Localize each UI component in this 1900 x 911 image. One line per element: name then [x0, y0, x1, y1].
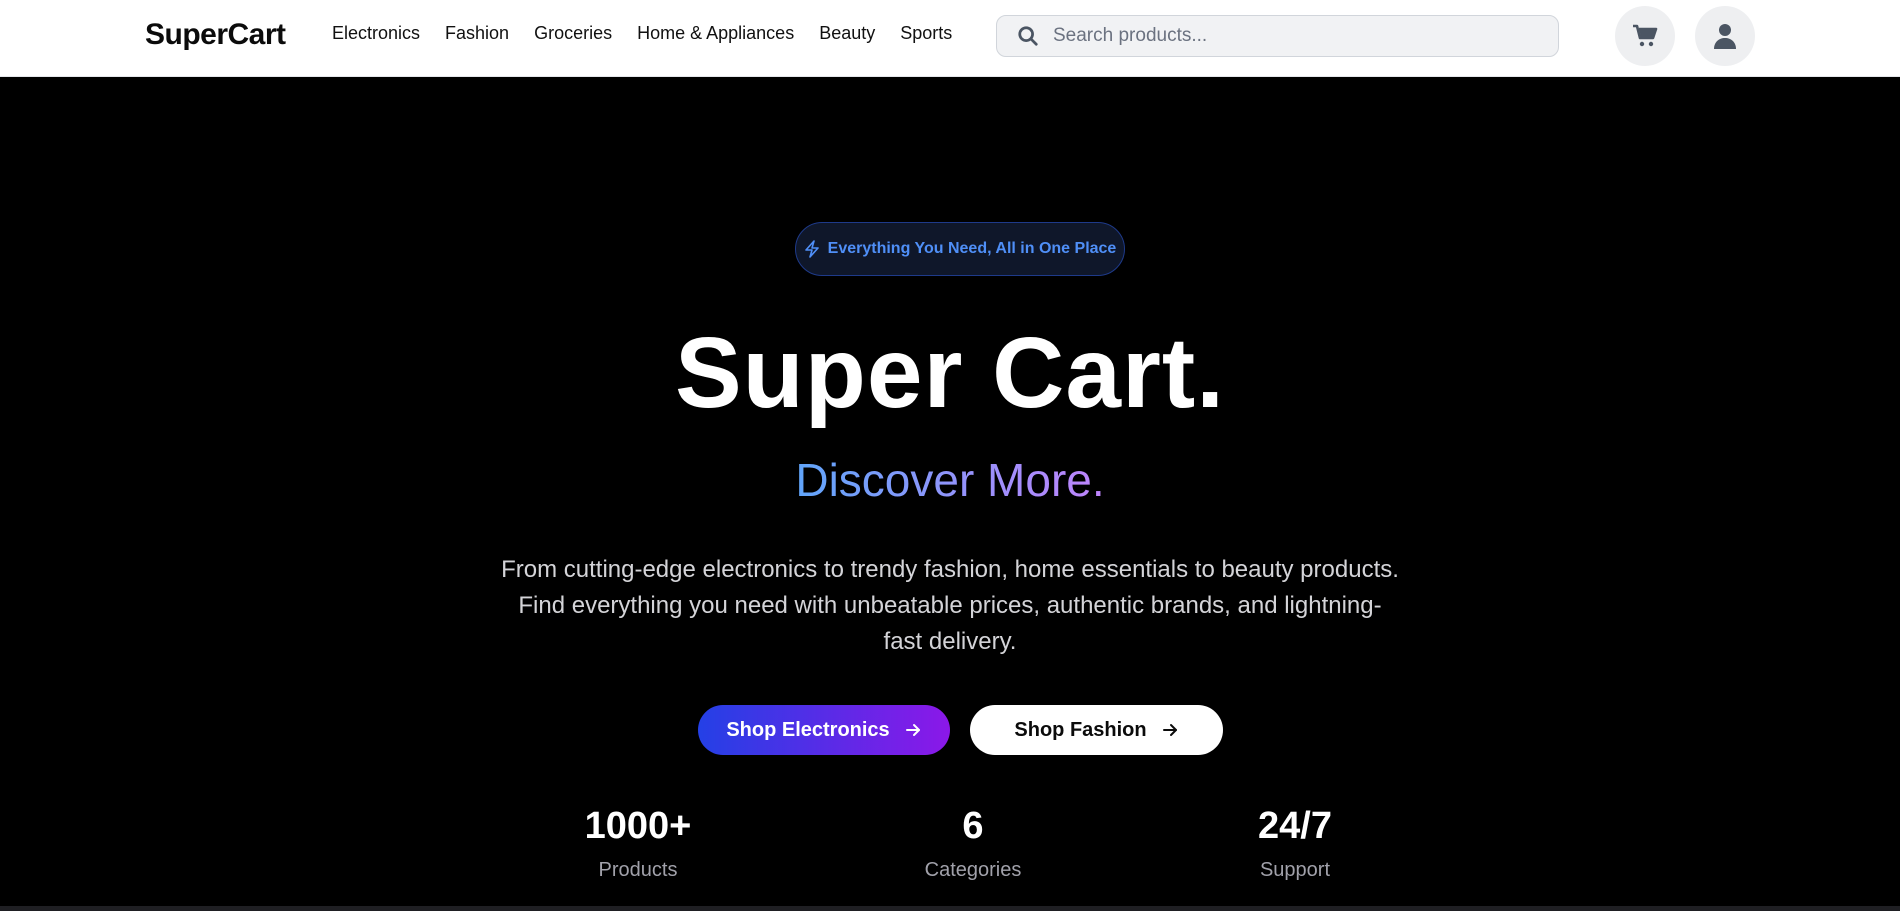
shop-fashion-button[interactable]: Shop Fashion	[970, 705, 1223, 755]
nav-item-home-appliances[interactable]: Home & Appliances	[637, 23, 794, 44]
nav-item-sports[interactable]: Sports	[900, 23, 952, 44]
search-bar	[996, 15, 1559, 57]
badge-text: Everything You Need, All in One Place	[827, 240, 1117, 257]
shop-electronics-label: Shop Electronics	[726, 718, 890, 741]
user-button[interactable]	[1695, 6, 1755, 66]
nav-item-beauty[interactable]: Beauty	[819, 23, 875, 44]
stat-label: Support	[1259, 859, 1331, 881]
stat-support: 24/7 Support	[1195, 807, 1395, 882]
site-logo[interactable]: SuperCart	[145, 18, 286, 52]
cart-icon	[1633, 24, 1658, 47]
stat-products: 1000+ Products	[538, 807, 738, 882]
main-nav: Electronics Fashion Groceries Home & App…	[332, 23, 952, 44]
stat-value: 6	[962, 805, 984, 847]
cart-button[interactable]	[1615, 6, 1675, 66]
stat-label: Products	[598, 859, 678, 881]
hero-title: Super Cart.	[674, 317, 1225, 429]
nav-item-fashion[interactable]: Fashion	[445, 23, 509, 44]
search-input[interactable]	[1053, 25, 1533, 47]
arrow-right-icon	[905, 724, 920, 736]
hero-badge: Everything You Need, All in One Place	[795, 222, 1125, 276]
shop-fashion-label: Shop Fashion	[1014, 718, 1147, 741]
hero-subtitle-text: Discover More.	[795, 454, 1105, 506]
search-icon	[1018, 26, 1038, 46]
hero-description: From cutting-edge electronics to trendy …	[501, 556, 1399, 655]
stat-value: 24/7	[1258, 805, 1332, 847]
nav-item-groceries[interactable]: Groceries	[534, 23, 612, 44]
stat-label: Categories	[924, 859, 1022, 881]
section-divider	[0, 906, 1900, 911]
hero-section: Everything You Need, All in One Place Su…	[0, 77, 1900, 911]
arrow-right-icon	[1162, 724, 1177, 736]
stat-categories: 6 Categories	[873, 807, 1073, 882]
lightning-icon	[804, 240, 819, 258]
stat-value: 1000+	[584, 805, 692, 847]
shop-electronics-button[interactable]: Shop Electronics	[698, 705, 950, 755]
nav-item-electronics[interactable]: Electronics	[332, 23, 420, 44]
site-header: SuperCart Electronics Fashion Groceries …	[0, 0, 1900, 77]
user-icon	[1714, 24, 1736, 49]
hero-subtitle: Discover More.	[0, 457, 1900, 503]
